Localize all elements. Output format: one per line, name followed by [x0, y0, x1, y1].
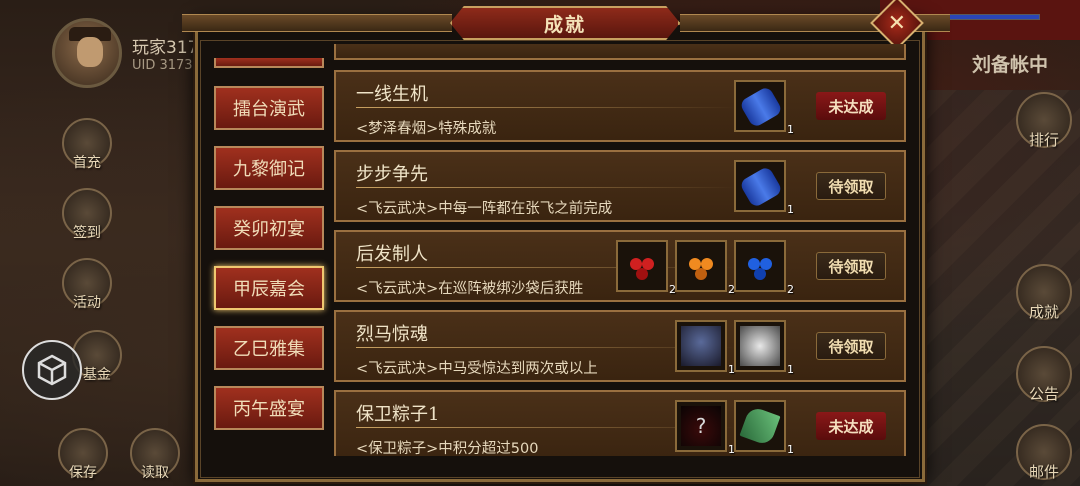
location-title: 刘备帐中	[972, 54, 1049, 76]
ranking-label: 排行	[1028, 131, 1059, 149]
achievement-name: 保卫粽子1	[356, 404, 440, 425]
status-label: 未达成	[828, 417, 874, 436]
rider-icon[interactable]: 1	[675, 320, 735, 376]
achievement-name: 后发制人	[356, 244, 428, 265]
tab-yisi[interactable]: 乙巳雅集	[214, 326, 324, 370]
achievement-desc: <保卫粽子>中积分超过500	[356, 441, 539, 456]
achievement-name: 烈马惊魂	[356, 324, 428, 345]
announcement-button[interactable]: 公告	[1016, 346, 1072, 403]
tab-jiachen[interactable]: 甲辰嘉会	[214, 266, 324, 310]
zongzi-leaf-icon[interactable]: 1	[734, 400, 794, 456]
floating-menu-button[interactable]	[22, 340, 82, 400]
tab-label: 丙午盛宴	[233, 399, 305, 420]
sign-in-label: 签到	[73, 225, 101, 241]
save-button[interactable]: 保存	[58, 428, 108, 481]
achievement-name: 一线生机	[356, 84, 428, 105]
orange-berry-icon[interactable]: 2	[675, 240, 735, 296]
status-label: 待领取	[828, 257, 874, 276]
activity-label: 活动	[73, 295, 101, 311]
achievement-label: 成就	[1028, 303, 1059, 321]
achievement-row: 步步争先 <飞云武决>中每一阵都在张飞之前完成 1 待领取	[334, 150, 906, 222]
tab-bingwu[interactable]: 丙午盛宴	[214, 386, 324, 430]
fund-label: 基金	[83, 367, 111, 383]
tab-leitai[interactable]: 擂台演武	[214, 86, 324, 130]
achievement-button[interactable]: 成就	[1016, 264, 1072, 321]
reward-count: 2	[787, 283, 794, 296]
player-uid: UID 3173	[132, 58, 193, 73]
claim-button[interactable]: 待领取	[816, 252, 886, 280]
tab-label: 甲辰嘉会	[233, 279, 305, 300]
mail-button[interactable]: 邮件	[1016, 424, 1072, 481]
load-label: 读取	[141, 465, 169, 481]
status-label: 未达成	[828, 97, 874, 116]
white-horse-icon[interactable]: 1	[734, 320, 794, 376]
red-berry-icon[interactable]: 2	[616, 240, 676, 296]
player-name: 玩家317	[132, 38, 199, 58]
tab-label: 擂台演武	[233, 99, 305, 120]
announcement-label: 公告	[1028, 385, 1059, 403]
tab-guimao[interactable]: 癸卯初宴	[214, 206, 324, 250]
status-not-achieved: 未达成	[816, 412, 886, 440]
status-not-achieved: 未达成	[816, 92, 886, 120]
reward-count: 1	[787, 203, 794, 216]
first-recharge-button[interactable]: 首充	[62, 118, 112, 171]
achievement-list[interactable]: 一线生机 <梦泽春烟>特殊成就 1 未达成 步步争先 <飞云武决>中每一阵都在张…	[334, 48, 906, 456]
achievement-desc: <飞云武决>在巡阵被绑沙袋后获胜	[356, 281, 584, 297]
tab-label: 癸卯初宴	[233, 219, 305, 240]
load-button[interactable]: 读取	[130, 428, 180, 481]
first-recharge-label: 首充	[73, 155, 101, 171]
tab-label: 乙巳雅集	[233, 339, 305, 360]
achievement-desc: <飞云武决>中马受惊达到两次或以上	[356, 361, 598, 377]
panel-title: 成就	[543, 13, 586, 36]
tab-jiuli[interactable]: 九黎御记	[214, 146, 324, 190]
ranking-button[interactable]: 排行	[1016, 92, 1072, 149]
claim-button[interactable]: 待领取	[816, 172, 886, 200]
activity-button[interactable]: 活动	[62, 258, 112, 311]
divider	[356, 107, 736, 108]
achievement-row: 一线生机 <梦泽春烟>特殊成就 1 未达成	[334, 70, 906, 142]
blue-berry-icon[interactable]: 2	[734, 240, 794, 296]
achievement-row: 保卫粽子1 <保卫粽子>中积分超过500 ? 1 1 未达成	[334, 390, 906, 456]
sign-in-button[interactable]: 签到	[62, 188, 112, 241]
panel-title-plate: 成就	[450, 6, 680, 40]
achievement-row: 后发制人 <飞云武决>在巡阵被绑沙袋后获胜 2 2 2 待领取	[334, 230, 906, 302]
reward-count: 1	[787, 123, 794, 136]
save-label: 保存	[69, 465, 97, 481]
status-label: 待领取	[828, 337, 874, 356]
reward-count: 1	[787, 443, 794, 456]
claim-button[interactable]: 待领取	[816, 332, 886, 360]
achievement-desc: <梦泽春烟>特殊成就	[356, 121, 497, 137]
status-label: 待领取	[828, 177, 874, 196]
reward-count: 1	[787, 363, 794, 376]
close-icon: ✕	[887, 10, 907, 36]
achievement-name: 步步争先	[356, 164, 428, 185]
title-wing-left	[182, 14, 452, 32]
cube-icon	[37, 354, 67, 386]
mail-label: 邮件	[1028, 463, 1059, 481]
mystery-box-icon[interactable]: ? 1	[675, 400, 735, 456]
achievement-desc: <飞云武决>中每一阵都在张飞之前完成	[356, 201, 613, 217]
divider	[356, 187, 736, 188]
scroll-icon[interactable]: 1	[734, 160, 794, 216]
player-avatar[interactable]	[52, 18, 122, 88]
achievement-row: 烈马惊魂 <飞云武决>中马受惊达到两次或以上 1 1 待领取	[334, 310, 906, 382]
avatar-face	[77, 37, 103, 67]
tab-label: 九黎御记	[233, 159, 305, 180]
tab-list: 擂台演武 九黎御记 癸卯初宴 甲辰嘉会 乙巳雅集 丙午盛宴	[214, 60, 324, 460]
scroll-icon[interactable]: 1	[734, 80, 794, 136]
